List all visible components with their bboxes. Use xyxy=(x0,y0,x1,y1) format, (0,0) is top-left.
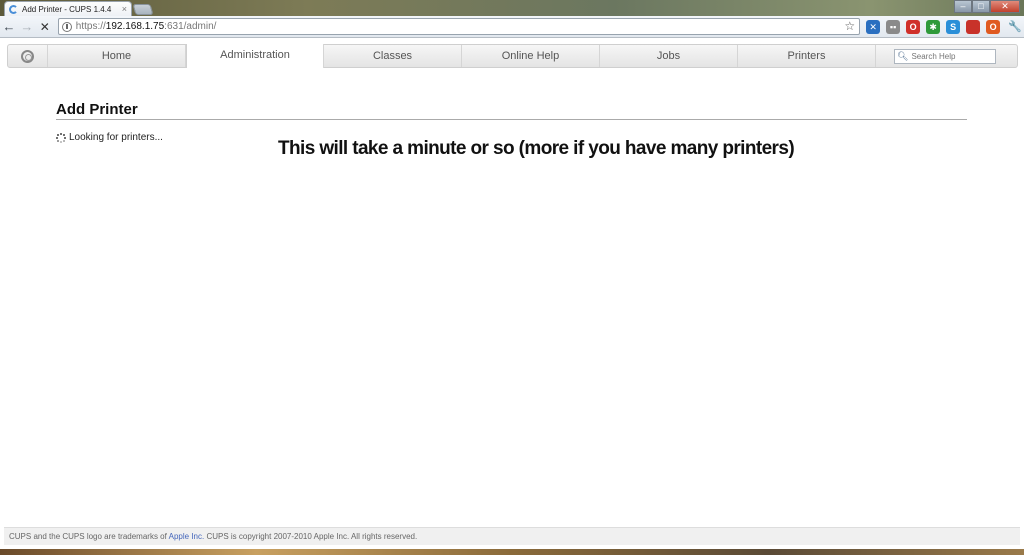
search-icon: 🔍︎ xyxy=(897,50,909,61)
activity-spinner-icon xyxy=(56,133,66,143)
tab-close-icon[interactable]: × xyxy=(122,4,127,14)
skype-icon[interactable]: S xyxy=(946,19,961,34)
tab-online-help[interactable]: Online Help xyxy=(462,45,600,67)
tab-jobs[interactable]: Jobs xyxy=(600,45,738,67)
search-help-field[interactable]: 🔍︎ xyxy=(894,48,996,64)
browser-titlebar: Add Printer - CUPS 1.4.4 × – □ ✕ xyxy=(0,0,1024,16)
extension-icons: ✕ ▪▪ O ✱ S O xyxy=(860,19,1001,34)
status-message: Looking for printers... xyxy=(56,132,163,143)
new-tab-button[interactable] xyxy=(132,4,154,15)
cups-logo-icon[interactable] xyxy=(8,45,48,67)
browser-tab[interactable]: Add Printer - CUPS 1.4.4 × xyxy=(4,1,132,16)
back-button[interactable]: ← xyxy=(0,18,18,36)
tab-administration[interactable]: Administration xyxy=(186,44,324,68)
apple-link[interactable]: Apple Inc. xyxy=(169,532,205,541)
browser-toolbar: ← → ✕ https://192.168.1.75:631/admin/ ☆ … xyxy=(0,16,1024,38)
cups-tabs: Home Administration Classes Online Help Jobs… xyxy=(48,44,876,68)
extension-gray-icon[interactable]: ▪▪ xyxy=(886,19,901,34)
wrench-menu-icon[interactable]: 🔧 xyxy=(1006,18,1024,36)
extension-blue-icon[interactable]: ✕ xyxy=(866,19,881,34)
close-window-button[interactable]: ✕ xyxy=(990,0,1020,13)
minimize-button[interactable]: – xyxy=(954,0,972,13)
loading-spinner-icon xyxy=(9,4,18,14)
forward-button[interactable]: → xyxy=(18,18,36,36)
extension-green-icon[interactable]: ✱ xyxy=(926,19,941,34)
search-area: 🔍︎ xyxy=(876,45,1017,67)
extension-orange-icon[interactable]: O xyxy=(986,19,1001,34)
site-info-icon[interactable] xyxy=(61,21,72,32)
opera-icon[interactable]: O xyxy=(906,19,921,34)
window-controls: – □ ✕ xyxy=(954,0,1020,14)
url-text: https://192.168.1.75:631/admin/ xyxy=(76,21,217,32)
cups-navigation-bar: Home Administration Classes Online Help Jobs… xyxy=(7,44,1018,68)
page-footer: CUPS and the CUPS logo are trademarks of… xyxy=(4,527,1020,545)
stop-button[interactable]: ✕ xyxy=(36,18,54,36)
address-bar[interactable]: https://192.168.1.75:631/admin/ ☆ xyxy=(57,18,861,35)
tab-title: Add Printer - CUPS 1.4.4 xyxy=(22,4,112,14)
bookmark-star-icon[interactable]: ☆ xyxy=(844,19,855,34)
tab-printers[interactable]: Printers xyxy=(738,45,876,67)
url-host: 192.168.1.75 xyxy=(105,21,165,32)
extension-red-book-icon[interactable] xyxy=(966,19,981,34)
footer-text-end: CUPS is copyright 2007-2010 Apple Inc. A… xyxy=(204,532,418,541)
url-path: :631/admin/ xyxy=(164,21,217,32)
page-title: Add Printer xyxy=(56,101,967,120)
annotation-text: This will take a minute or so (more if y… xyxy=(278,138,795,159)
footer-text-start: CUPS and the CUPS logo are trademarks of xyxy=(9,532,169,541)
maximize-button[interactable]: □ xyxy=(972,0,990,13)
tab-home[interactable]: Home xyxy=(48,45,186,67)
url-protocol: https:// xyxy=(75,21,106,32)
tab-classes[interactable]: Classes xyxy=(324,45,462,67)
status-text: Looking for printers... xyxy=(69,132,163,143)
search-help-input[interactable] xyxy=(911,51,992,61)
os-taskbar xyxy=(0,549,1024,555)
